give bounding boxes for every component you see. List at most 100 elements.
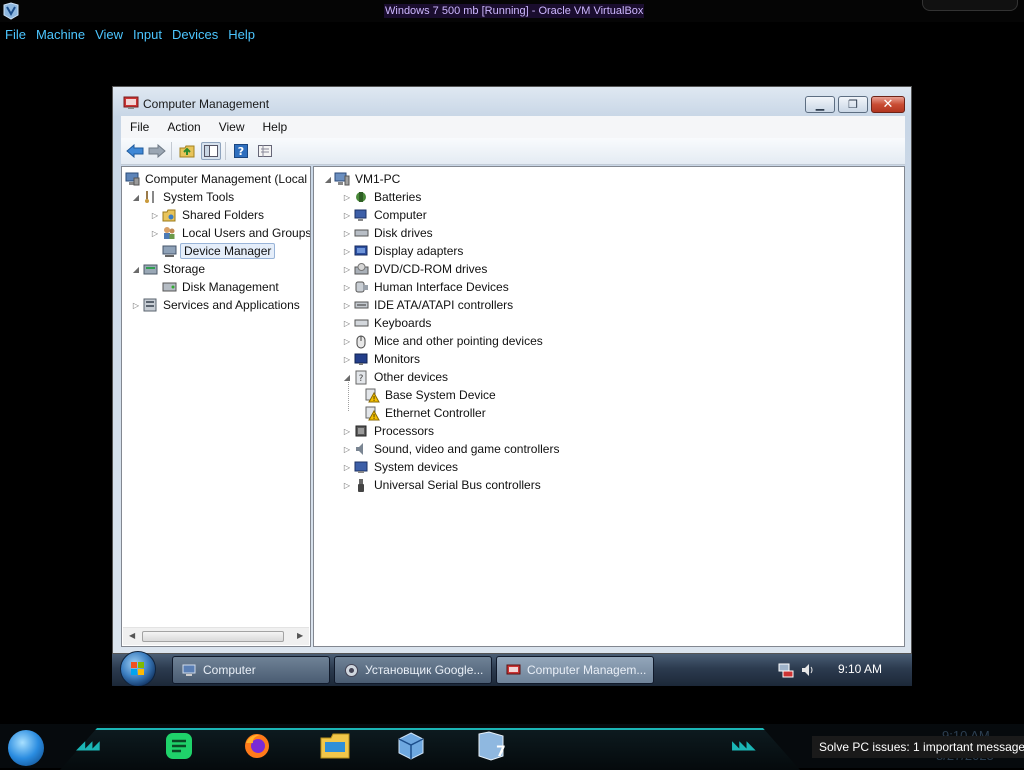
collapsed-arrow-icon[interactable]: ▷ [341,229,353,238]
cm-menu-action[interactable]: Action [158,116,209,138]
collapsed-arrow-icon[interactable]: ▷ [149,229,161,238]
device-tree-pane[interactable]: ◢ VM1-PC ▷ Batteries ▷ Computer ▷ Disk drives… [313,166,905,647]
cm-menu-view[interactable]: View [210,116,254,138]
device-category-computer[interactable]: ▷ Computer [341,206,429,224]
forward-button[interactable] [147,142,167,160]
svg-text:!: ! [372,413,375,421]
volume-icon[interactable] [800,662,816,678]
console-tree-pane[interactable]: Computer Management (Local ◢ System Tool… [121,166,311,647]
collapsed-arrow-icon[interactable]: ▷ [341,319,353,328]
network-icon[interactable] [778,662,794,678]
restore-button[interactable]: ❐ [838,96,868,113]
device-category-dvd-cd-rom-drives[interactable]: ▷ DVD/CD-ROM drives [341,260,489,278]
start-orb-icon[interactable] [8,730,44,766]
storage-icon [142,261,158,277]
device-category-display-adapters[interactable]: ▷ Display adapters [341,242,465,260]
virtualbox-vm-icon[interactable]: 7 [474,729,508,763]
device-category-system-devices[interactable]: ▷ System devices [341,458,460,476]
tree-item-system-tools[interactable]: ◢ System Tools [130,188,236,206]
host-menu-help[interactable]: Help [223,24,260,46]
cm-menu-file[interactable]: File [121,116,158,138]
collapsed-arrow-icon[interactable]: ▷ [149,211,161,220]
host-menu-input[interactable]: Input [128,24,167,46]
taskbar-item-computer-management[interactable]: Computer Managem... [496,656,654,684]
collapsed-arrow-icon[interactable]: ▷ [341,247,353,256]
collapsed-arrow-icon[interactable]: ▷ [341,445,353,454]
device-category-keyboards[interactable]: ▷ Keyboards [341,314,433,332]
computer-management-icon [124,171,140,187]
ide-icon [353,297,369,313]
horizontal-scrollbar[interactable]: ◀ ▶ [123,627,309,645]
collapsed-arrow-icon[interactable]: ▷ [341,355,353,364]
tree-item-storage[interactable]: ◢ Storage [130,260,207,278]
device-category-other-devices[interactable]: ◢? Other devices [341,368,450,386]
collapsed-arrow-icon[interactable]: ▷ [341,427,353,436]
device-category-monitors[interactable]: ▷ Monitors [341,350,422,368]
expanded-arrow-icon[interactable]: ◢ [130,265,142,274]
device-tree-root-label: VM1-PC [355,172,401,186]
keyboard-icon [353,315,369,331]
device-item-ethernet-controller[interactable]: ! Ethernet Controller [360,404,488,422]
tree-item-disk-management[interactable]: Disk Management [149,278,281,296]
file-manager-icon[interactable] [318,729,352,763]
collapsed-arrow-icon[interactable]: ▷ [341,481,353,490]
host-window-title: Windows 7 500 mb [Running] - Oracle VM V… [384,4,645,18]
host-menu-file[interactable]: File [0,24,31,46]
host-menubar: File Machine View Input Devices Help [0,24,260,46]
host-menu-machine[interactable]: Machine [31,24,90,46]
collapsed-arrow-icon[interactable]: ▷ [341,337,353,346]
taskbar-item-computer[interactable]: Computer [172,656,330,684]
notification-toast[interactable]: Solve PC issues: 1 important message [812,736,1024,758]
back-button[interactable] [125,142,145,160]
guest-clock[interactable]: 9:10 AM [838,662,882,676]
up-button[interactable] [177,142,197,160]
windows-start-button[interactable] [120,651,156,686]
minimize-button[interactable]: ▁ [805,96,835,113]
device-category-disk-drives[interactable]: ▷ Disk drives [341,224,435,242]
properties-button[interactable] [255,142,275,160]
device-item-base-system-device[interactable]: ! Base System Device [360,386,498,404]
close-button[interactable]: ✕ [871,96,905,113]
cm-menu-help[interactable]: Help [254,116,297,138]
collapsed-arrow-icon[interactable]: ▷ [341,193,353,202]
notes-app-icon[interactable] [162,729,196,763]
tree-item-shared-folders[interactable]: ▷ Shared Folders [149,206,266,224]
device-category-mice-and-other-pointing-devices[interactable]: ▷ Mice and other pointing devices [341,332,545,350]
tree-item-computer-management[interactable]: Computer Management (Local [124,170,309,188]
monitor-icon [353,351,369,367]
collapsed-arrow-icon[interactable]: ▷ [341,301,353,310]
tree-item-local-users-groups[interactable]: ▷ Local Users and Groups [149,224,310,242]
host-menu-view[interactable]: View [90,24,128,46]
device-category-processors[interactable]: ▷ Processors [341,422,436,440]
tree-item-device-manager[interactable]: Device Manager [149,242,276,260]
taskbar-item-google-installer[interactable]: Установщик Google... [334,656,492,684]
virtualbox-logo-icon[interactable] [2,2,20,20]
device-category-human-interface-devices[interactable]: ▷ Human Interface Devices [341,278,511,296]
scroll-right-icon[interactable]: ▶ [297,631,303,640]
help-button[interactable]: ? [231,142,251,160]
expanded-arrow-icon[interactable]: ◢ [341,373,353,382]
guest-taskbar: Computer Установщик Google... Computer M… [112,651,912,686]
show-hide-tree-button[interactable] [201,142,221,160]
collapsed-arrow-icon[interactable]: ▷ [341,463,353,472]
computer-management-icon [123,96,139,109]
collapsed-arrow-icon[interactable]: ▷ [341,283,353,292]
dvd-icon [353,261,369,277]
firefox-icon[interactable] [240,729,274,763]
device-category-ide-ata-atapi-controllers[interactable]: ▷ IDE ATA/ATAPI controllers [341,296,515,314]
device-category-universal-serial-bus-controllers[interactable]: ▷ Universal Serial Bus controllers [341,476,543,494]
cm-titlebar[interactable]: Computer Management ▁ ❐ ✕ [113,87,911,117]
scroll-left-icon[interactable]: ◀ [129,631,135,640]
collapsed-arrow-icon[interactable]: ▷ [341,211,353,220]
device-tree-root[interactable]: ◢ VM1-PC [322,170,402,188]
host-menu-devices[interactable]: Devices [167,24,223,46]
expanded-arrow-icon[interactable]: ◢ [322,175,334,184]
virtualbox-icon[interactable] [394,729,428,763]
tree-item-services-applications[interactable]: ▷ Services and Applications [130,296,302,314]
device-category-sound-video-and-game-controllers[interactable]: ▷ Sound, video and game controllers [341,440,561,458]
expanded-arrow-icon[interactable]: ◢ [130,193,142,202]
collapsed-arrow-icon[interactable]: ▷ [341,265,353,274]
device-category-batteries[interactable]: ▷ Batteries [341,188,423,206]
scrollbar-thumb[interactable] [142,631,284,642]
collapsed-arrow-icon[interactable]: ▷ [130,301,142,310]
